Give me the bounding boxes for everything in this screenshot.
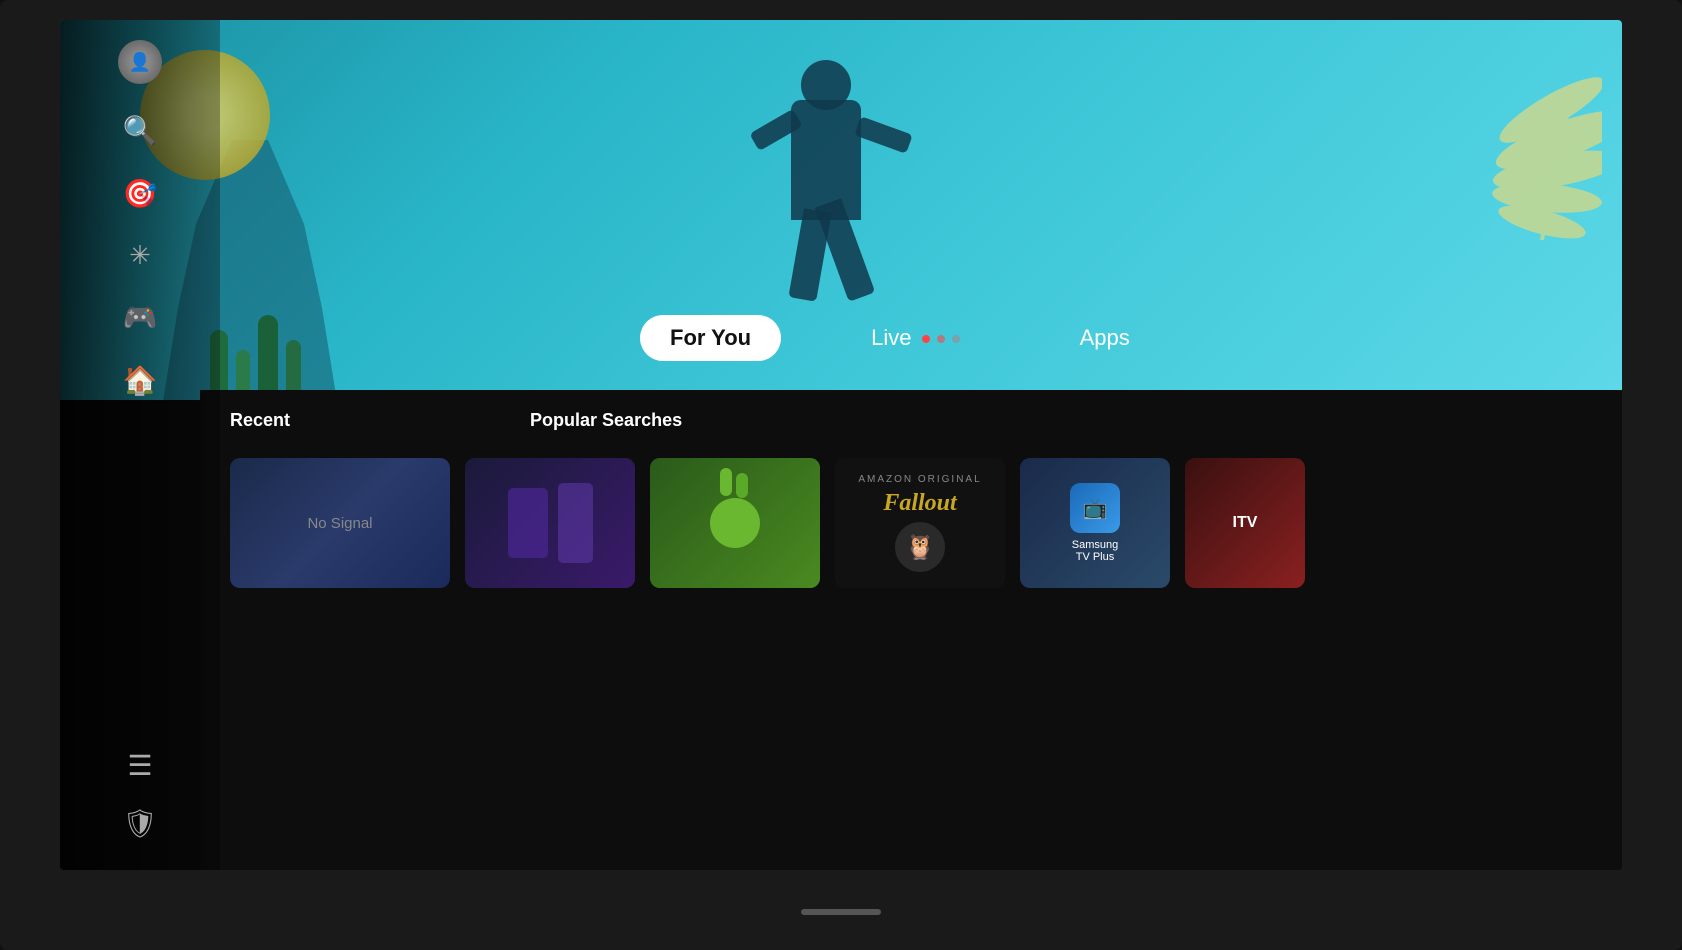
live-dot-2 [937, 335, 945, 343]
home-icon: 🏠 [123, 364, 158, 397]
search-icon: 🔍 [123, 114, 158, 147]
main-content: For You Live Apps Recen [200, 20, 1622, 870]
search-card-itvx[interactable]: ITV [1185, 458, 1305, 588]
itvx-card-label: ITV [1233, 514, 1258, 532]
figure-silhouette-1 [508, 488, 548, 558]
popular-searches-title: Popular Searches [530, 410, 682, 431]
fallout-content: AMAZON ORIGINAL Fallout 🦉 [858, 474, 981, 572]
search-card-samsung-tv-plus[interactable]: 📺 SamsungTV Plus [1020, 458, 1170, 588]
fallout-owl-icon: 🦉 [895, 522, 945, 572]
live-dot-1 [922, 335, 930, 343]
live-indicator [918, 335, 960, 343]
amazon-original-label: AMAZON ORIGINAL [858, 474, 981, 485]
ambient-icon: ✳ [129, 240, 151, 271]
tv-screen: 👤 🔍 🎯 ✳ 🎮 🏠 ☰ [60, 20, 1622, 870]
cards-row: No Signal [230, 458, 1592, 588]
content-area: Recent Popular Searches No Signal [200, 390, 1622, 870]
search-card-1-bg [465, 458, 635, 588]
fallout-title: Fallout [883, 490, 956, 517]
sidebar-item-profile[interactable]: 👤 [118, 40, 162, 84]
search-card-fallout[interactable]: AMAZON ORIGINAL Fallout 🦉 [835, 458, 1005, 588]
samsung-card-content: 📺 SamsungTV Plus [1070, 458, 1120, 588]
sidebar: 👤 🔍 🎯 ✳ 🎮 🏠 ☰ [60, 20, 220, 870]
sidebar-bottom: ☰ 🛡 [122, 749, 158, 870]
sidebar-item-menu[interactable]: ☰ [127, 749, 152, 782]
menu-icon: ☰ [127, 749, 152, 782]
search-card-drama[interactable] [465, 458, 635, 588]
sidebar-item-home[interactable]: 🏠 [123, 364, 158, 397]
samsung-tv-plus-icon: 📺 [1070, 483, 1120, 533]
tab-live[interactable]: Live [841, 315, 989, 361]
tv-cable [801, 909, 881, 915]
sidebar-item-discover[interactable]: 🎯 [123, 177, 158, 210]
section-headers: Recent Popular Searches [230, 410, 1592, 446]
tab-apps[interactable]: Apps [1050, 315, 1160, 361]
fallout-bg: AMAZON ORIGINAL Fallout 🦉 [835, 458, 1005, 588]
avatar[interactable]: 👤 [118, 40, 162, 84]
samsung-icon-symbol: 📺 [1083, 496, 1108, 521]
privacy-icon: 🛡 [122, 807, 158, 840]
itvx-card-bg: ITV [1185, 458, 1305, 588]
tv-outer: 👤 🔍 🎯 ✳ 🎮 🏠 ☰ [0, 0, 1682, 950]
samsung-tv-plus-label: SamsungTV Plus [1072, 539, 1118, 563]
sidebar-item-search[interactable]: 🔍 [123, 114, 158, 147]
sidebar-item-ambient[interactable]: ✳ [129, 240, 151, 271]
gaming-icon: 🎮 [123, 301, 158, 334]
avatar-icon: 👤 [129, 52, 151, 73]
rabbit-body [710, 498, 760, 548]
sidebar-item-privacy[interactable]: 🛡 [122, 807, 158, 840]
sidebar-item-gaming[interactable]: 🎮 [123, 301, 158, 334]
owl-emoji: 🦉 [905, 533, 935, 562]
search-card-2-bg [650, 458, 820, 588]
search-card-peter-rabbit[interactable] [650, 458, 820, 588]
discover-icon: 🎯 [123, 177, 158, 210]
live-dot-3 [952, 335, 960, 343]
nav-tabs: For You Live Apps [640, 315, 1160, 361]
no-signal-label: No Signal [307, 515, 372, 532]
recent-title: Recent [230, 410, 290, 431]
figure-silhouette-2 [558, 483, 593, 563]
tab-for-you[interactable]: For You [640, 315, 781, 361]
rabbit-ear-2 [736, 473, 748, 498]
recent-card-no-signal[interactable]: No Signal [230, 458, 450, 588]
rabbit-ear-1 [720, 468, 732, 496]
